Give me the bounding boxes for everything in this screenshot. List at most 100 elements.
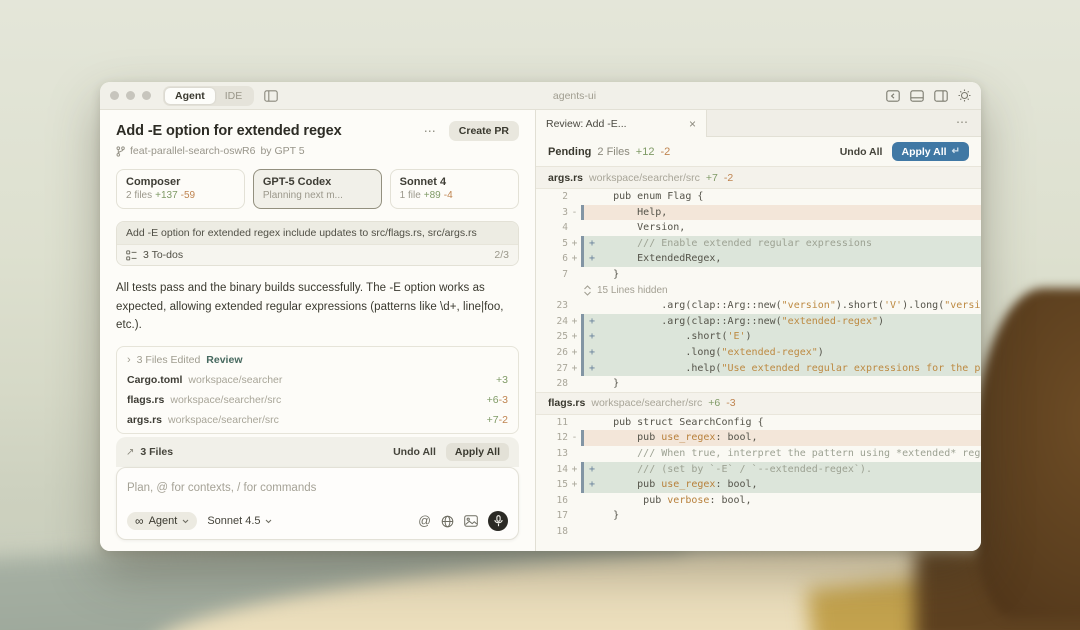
task-menu-button[interactable]: ⋯ (424, 124, 437, 138)
diff-marker (568, 524, 581, 540)
code-text: + .long("extended-regex") (584, 345, 981, 361)
minimize-window-button[interactable] (126, 91, 135, 100)
inline-plus-marker: + (589, 462, 595, 478)
model-removed: -59 (181, 190, 195, 201)
microphone-icon (494, 515, 503, 527)
diff-line: 11 pub struct SearchConfig { (536, 415, 981, 431)
panel-right-icon[interactable] (934, 90, 948, 102)
model-files: 2 files (126, 190, 152, 201)
tab-ide[interactable]: IDE (215, 88, 253, 104)
diff-marker: + (568, 345, 581, 361)
apply-all-button[interactable]: Apply All ↵ (892, 142, 969, 161)
tab-agent[interactable]: Agent (165, 88, 215, 104)
model-card-composer[interactable]: Composer 2 files+137-59 (116, 169, 245, 209)
line-number: 6 (536, 251, 568, 267)
panel-bottom-icon[interactable] (910, 90, 924, 102)
task-title: Add -E option for extended regex (116, 123, 342, 139)
model-card-gpt5-codex[interactable]: GPT-5 Codex Planning next m... (253, 169, 381, 209)
voice-input-button[interactable] (488, 511, 508, 531)
model-cards: Composer 2 files+137-59 GPT-5 Codex Plan… (116, 169, 519, 209)
model-removed: -4 (444, 190, 453, 201)
diff-marker (568, 220, 581, 236)
review-link[interactable]: Review (206, 354, 242, 366)
hidden-lines-label: 15 Lines hidden (597, 285, 668, 296)
line-number: 13 (536, 446, 568, 462)
file-row[interactable]: args.rs workspace/searcher/src +7-2 (117, 410, 518, 430)
close-icon[interactable]: × (689, 117, 696, 131)
code-text: pub verbose: bool, (584, 493, 981, 509)
diff-file-path: workspace/searcher/src (591, 397, 702, 409)
git-branch-icon (116, 146, 125, 157)
model-selector[interactable]: Sonnet 4.5 (207, 515, 271, 527)
mention-icon[interactable]: @ (418, 514, 431, 528)
hidden-lines-row[interactable]: 15 Lines hidden (536, 283, 981, 299)
file-name: flags.rs (127, 394, 164, 406)
gear-icon[interactable] (958, 89, 971, 102)
tab-menu-button[interactable]: ⋯ (956, 115, 969, 129)
diff-marker: - (568, 430, 581, 446)
diff-file-header[interactable]: flags.rsworkspace/searcher/src+6-3 (536, 392, 981, 415)
code-text (584, 524, 981, 540)
code-text: + ExtendedRegex, (584, 251, 981, 267)
model-added: +89 (424, 190, 441, 201)
zoom-window-button[interactable] (142, 91, 151, 100)
window-controls (110, 91, 151, 100)
todo-progress: 2/3 (494, 249, 509, 261)
diff-line: 4 Version, (536, 220, 981, 236)
code-text: Version, (584, 220, 981, 236)
model-name: Sonnet 4 (400, 176, 509, 188)
review-tab[interactable]: Review: Add -E... × (536, 110, 707, 137)
infinity-icon: ∞ (135, 516, 144, 526)
line-number: 17 (536, 508, 568, 524)
code-text: pub struct SearchConfig { (584, 415, 981, 431)
image-icon[interactable] (464, 515, 478, 527)
globe-icon[interactable] (441, 515, 454, 528)
diff-line: 16 pub verbose: bool, (536, 493, 981, 509)
pending-files-label[interactable]: 3 Files (140, 446, 173, 458)
model-status: Planning next m... (263, 190, 343, 201)
arrow-up-right-icon: ↗ (126, 447, 134, 458)
model-card-sonnet4[interactable]: Sonnet 4 1 file+89-4 (390, 169, 519, 209)
diff-line: 17 } (536, 508, 981, 524)
undo-all-button[interactable]: Undo All (836, 144, 887, 160)
apply-all-button[interactable]: Apply All (446, 443, 509, 461)
diff-marker (568, 267, 581, 283)
sidebar-toggle-icon[interactable] (264, 90, 278, 102)
diff-marker: + (568, 236, 581, 252)
file-path: workspace/searcher/src (170, 394, 480, 406)
file-row[interactable]: Cargo.toml workspace/searcher +3 (117, 370, 518, 390)
model-name: GPT-5 Codex (263, 176, 372, 188)
code-text: Help, (584, 205, 981, 221)
files-edited-label: 3 Files Edited (137, 354, 201, 366)
file-row[interactable]: flags.rs workspace/searcher/src +6-3 (117, 390, 518, 410)
branch-author: by GPT 5 (260, 145, 304, 157)
todo-card[interactable]: Add -E option for extended regex include… (116, 221, 519, 266)
undo-all-button[interactable]: Undo All (389, 444, 440, 460)
diff-marker (568, 493, 581, 509)
diff-file-path: workspace/searcher/src (589, 172, 700, 184)
diff-marker: + (568, 251, 581, 267)
line-number: 28 (536, 376, 568, 392)
inline-plus-marker: + (589, 251, 595, 267)
files-edited-header[interactable]: › 3 Files Edited Review (117, 349, 518, 370)
line-number: 23 (536, 298, 568, 314)
branch-name[interactable]: feat-parallel-search-oswR6 (130, 145, 255, 157)
create-pr-button[interactable]: Create PR (449, 121, 519, 141)
prompt-input[interactable] (127, 482, 508, 494)
diff-line: 23 .arg(clap::Arg::new("version").short(… (536, 298, 981, 314)
code-text: } (584, 376, 981, 392)
diff-file-header[interactable]: args.rsworkspace/searcher/src+7-2 (536, 167, 981, 189)
mode-selector[interactable]: ∞ Agent (127, 512, 197, 530)
inline-plus-marker: + (589, 345, 595, 361)
pending-files-count: 2 Files (597, 146, 629, 158)
app-window: Agent IDE agents-ui (100, 82, 981, 551)
diff-marker (568, 415, 581, 431)
model-label: Sonnet 4.5 (207, 515, 260, 527)
diff-marker: + (568, 462, 581, 478)
diff-marker (568, 446, 581, 462)
line-number: 12 (536, 430, 568, 446)
close-window-button[interactable] (110, 91, 119, 100)
review-header: Pending 2 Files +12 -2 Undo All Apply Al… (536, 137, 981, 167)
collapse-panel-icon[interactable] (886, 90, 900, 102)
diff-line: 3- Help, (536, 205, 981, 221)
